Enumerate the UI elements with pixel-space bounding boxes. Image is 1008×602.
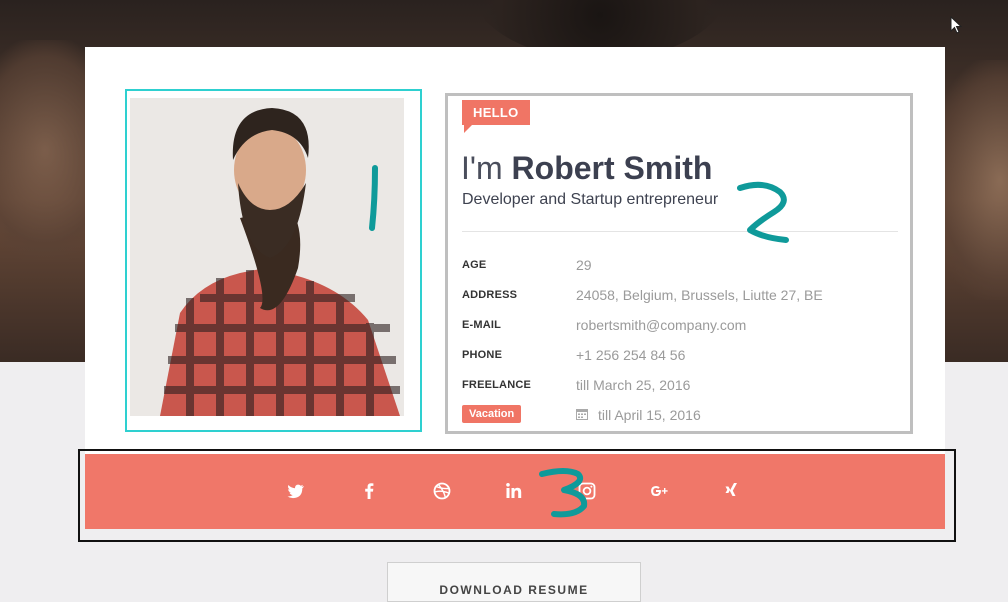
download-resume-label: DOWNLOAD RESUME — [439, 583, 589, 597]
detail-value-freelance: till March 25, 2016 — [576, 377, 691, 393]
profile-photo — [130, 98, 404, 416]
greeting-text: I'm — [461, 150, 503, 186]
profile-subtitle: Developer and Startup entrepreneur — [462, 191, 719, 208]
detail-label-email: E-MAIL — [462, 319, 502, 331]
linkedin-icon[interactable] — [504, 481, 524, 501]
google-plus-icon[interactable] — [649, 481, 669, 501]
detail-value-age: 29 — [576, 257, 592, 273]
instagram-icon[interactable] — [577, 481, 597, 501]
vacation-badge: Vacation — [462, 405, 522, 423]
facebook-icon[interactable] — [359, 481, 379, 501]
detail-label-address: ADDRESS — [462, 289, 518, 301]
hello-badge-tail — [464, 125, 472, 133]
hello-badge: HELLO — [462, 100, 530, 125]
vacation-value: till April 15, 2016 — [598, 407, 701, 423]
detail-label-freelance: FREELANCE — [462, 379, 532, 391]
mouse-cursor-icon — [950, 16, 963, 34]
detail-label-age: AGE — [462, 259, 487, 271]
calendar-icon — [576, 409, 588, 420]
detail-value-address: 24058, Belgium, Brussels, Liutte 27, BE — [576, 287, 823, 303]
download-resume-button[interactable]: DOWNLOAD RESUME — [387, 562, 641, 602]
twitter-icon[interactable] — [286, 481, 306, 501]
detail-value-email[interactable]: robertsmith@company.com — [576, 317, 746, 333]
dribbble-icon[interactable] — [432, 481, 452, 501]
detail-label-phone: PHONE — [462, 349, 503, 361]
xing-icon[interactable] — [721, 481, 741, 501]
divider — [462, 231, 898, 232]
profile-name-heading: I'm Robert Smith — [461, 150, 712, 187]
profile-name: Robert Smith — [511, 150, 713, 186]
detail-value-phone: +1 256 254 84 56 — [576, 347, 686, 363]
